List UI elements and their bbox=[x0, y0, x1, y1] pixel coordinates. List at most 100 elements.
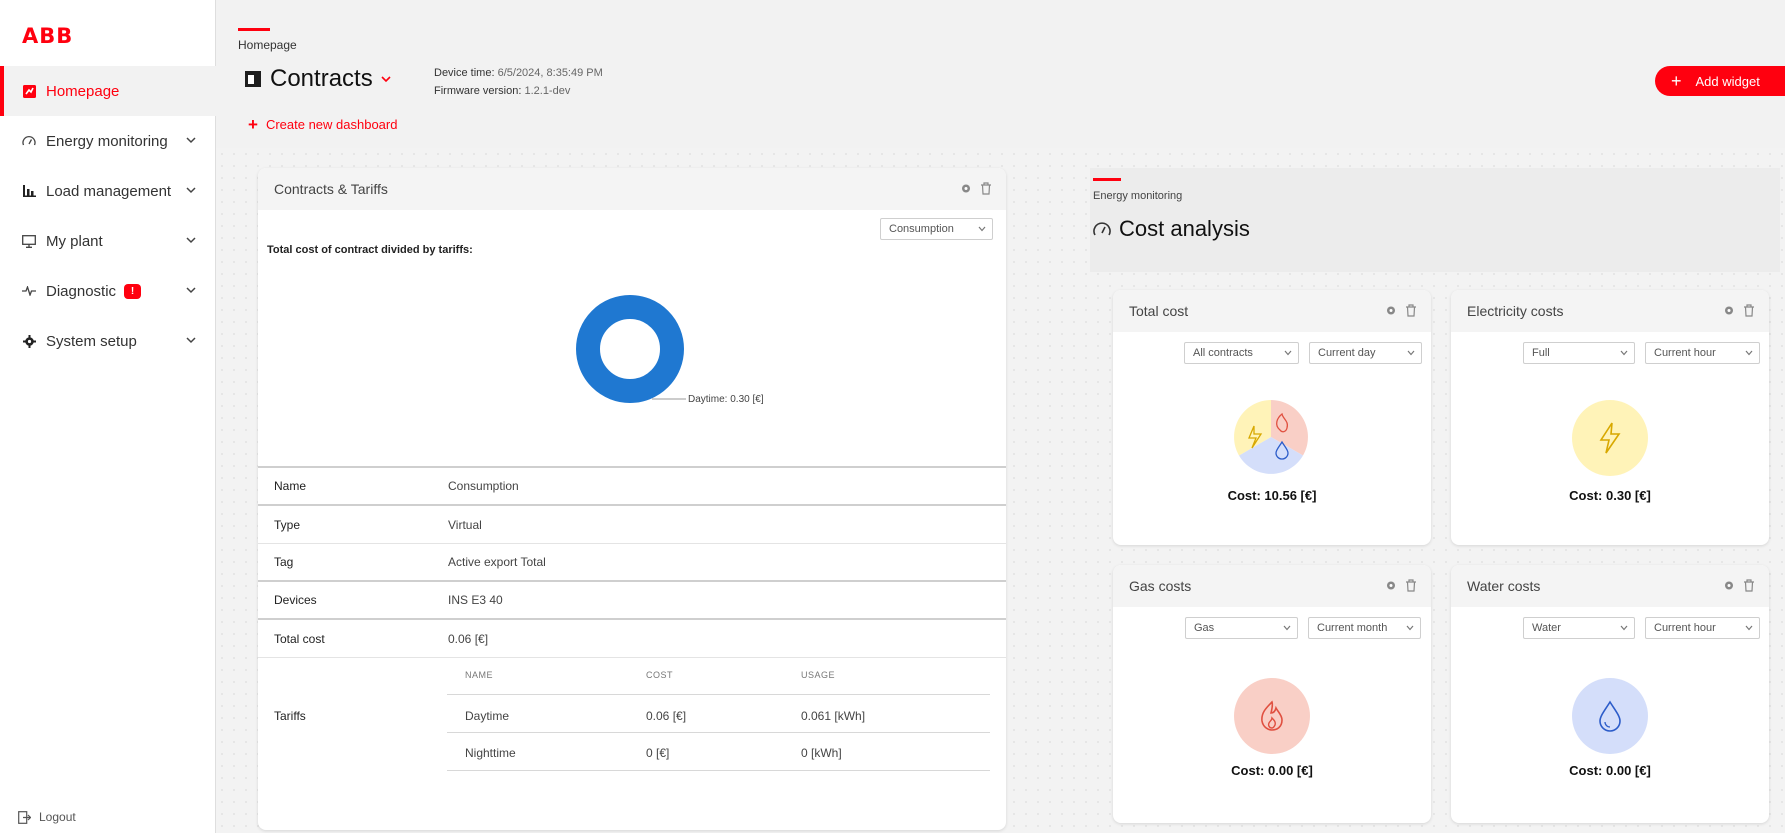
card-header: Gas costs bbox=[1113, 565, 1431, 607]
chart-subtitle: Total cost of contract divided by tariff… bbox=[267, 244, 473, 256]
donut-label: Daytime: 0.30 [€] bbox=[688, 394, 764, 405]
select-value: Consumption bbox=[889, 223, 954, 235]
settings-icon[interactable] bbox=[1385, 579, 1397, 592]
donut-slice-daytime[interactable] bbox=[576, 295, 684, 403]
tariffs-label: Tariffs bbox=[274, 709, 306, 723]
tariff-cost: 0.06 [€] bbox=[646, 709, 687, 723]
settings-icon[interactable] bbox=[960, 182, 972, 195]
row-value: INS E3 40 bbox=[448, 593, 503, 607]
flame-icon bbox=[1261, 700, 1283, 731]
table-row: Type Virtual bbox=[258, 506, 1006, 544]
electricity-cost-value: Cost: 0.30 [€] bbox=[1569, 488, 1651, 503]
device-time: 6/5/2024, 8:35:49 PM bbox=[497, 67, 603, 79]
sidebar-item-diagnostic[interactable]: Diagnostic ! bbox=[0, 266, 216, 316]
section-accent bbox=[238, 28, 270, 31]
sidebar-item-my-plant[interactable]: My plant bbox=[0, 216, 216, 266]
sidebar-item-energy-monitoring[interactable]: Energy monitoring bbox=[0, 116, 216, 166]
select-value: Current hour bbox=[1654, 347, 1716, 359]
chevron-down-icon bbox=[186, 137, 196, 144]
alert-badge: ! bbox=[124, 283, 142, 299]
sidebar-item-homepage[interactable]: Homepage bbox=[0, 66, 216, 116]
card-title: Gas costs bbox=[1129, 578, 1192, 594]
logout-label: Logout bbox=[39, 810, 76, 824]
gas-contract-select[interactable]: Gas bbox=[1185, 617, 1298, 639]
row-key: Type bbox=[274, 517, 301, 532]
total-cost-pie bbox=[1234, 400, 1308, 474]
period-select[interactable]: Current hour bbox=[1645, 342, 1760, 364]
sidebar-item-label: Load management bbox=[46, 182, 172, 200]
row-value: Virtual bbox=[448, 517, 482, 532]
settings-icon[interactable] bbox=[1385, 304, 1397, 317]
sidebar-item-label: Homepage bbox=[46, 82, 120, 100]
period-select[interactable]: Current day bbox=[1309, 342, 1422, 364]
sidebar-item-label: System setup bbox=[46, 332, 137, 350]
plus-icon: + bbox=[1671, 71, 1682, 91]
settings-icon[interactable] bbox=[1723, 304, 1735, 317]
table-row: Total cost 0.06 [€] bbox=[258, 620, 1006, 658]
period-select[interactable]: Current month bbox=[1308, 617, 1421, 639]
tariff-filter-select[interactable]: Full bbox=[1523, 342, 1635, 364]
tariff-name: Nighttime bbox=[465, 746, 516, 760]
breadcrumb[interactable]: Homepage bbox=[238, 38, 297, 52]
plus-icon: + bbox=[248, 115, 258, 134]
gauge-icon bbox=[18, 133, 40, 149]
select-value: All contracts bbox=[1193, 347, 1253, 359]
tariff-usage: 0 [kWh] bbox=[801, 746, 842, 760]
sidebar-item-system-setup[interactable]: System setup bbox=[0, 316, 216, 366]
water-cost-value: Cost: 0.00 [€] bbox=[1569, 763, 1651, 778]
section-accent bbox=[1093, 178, 1121, 181]
contract-select[interactable]: Consumption bbox=[880, 218, 993, 240]
dashboard-selector[interactable]: Contracts bbox=[244, 65, 393, 93]
firmware-version: 1.2.1-dev bbox=[524, 85, 571, 97]
table-row: Tag Active export Total bbox=[258, 544, 1006, 582]
divider bbox=[447, 694, 990, 695]
dashboard-icon bbox=[18, 83, 40, 99]
total-cost-value: Cost: 10.56 [€] bbox=[1227, 488, 1317, 503]
bar-chart-icon bbox=[18, 183, 40, 199]
trash-icon[interactable] bbox=[1743, 579, 1755, 592]
chevron-down-icon bbox=[186, 237, 196, 244]
settings-icon[interactable] bbox=[1723, 579, 1735, 592]
select-value: Water bbox=[1532, 622, 1561, 634]
chevron-down-icon bbox=[186, 287, 196, 294]
chevron-down-icon bbox=[978, 226, 986, 232]
period-select[interactable]: Current hour bbox=[1645, 617, 1760, 639]
row-key: Devices bbox=[274, 593, 317, 607]
sidebar-item-label: Diagnostic bbox=[46, 282, 117, 300]
trash-icon[interactable] bbox=[1405, 304, 1417, 317]
divider bbox=[447, 732, 990, 733]
contract-filter-select[interactable]: All contracts bbox=[1184, 342, 1299, 364]
create-dashboard-label: Create new dashboard bbox=[265, 117, 398, 132]
lightning-icon bbox=[1599, 422, 1621, 454]
sidebar-item-load-management[interactable]: Load management bbox=[0, 166, 216, 216]
gauge-icon bbox=[1093, 221, 1111, 235]
chevron-down-icon bbox=[381, 76, 391, 83]
gear-icon bbox=[18, 333, 40, 349]
row-value: 0.06 [€] bbox=[448, 631, 489, 646]
row-key: Name bbox=[274, 479, 307, 493]
table-row: Devices INS E3 40 bbox=[258, 582, 1006, 620]
sidebar-item-label: My plant bbox=[46, 232, 103, 250]
create-dashboard-link[interactable]: + Create new dashboard bbox=[248, 116, 397, 133]
select-value: Current hour bbox=[1654, 622, 1716, 634]
trash-icon[interactable] bbox=[1405, 579, 1417, 592]
water-indicator bbox=[1572, 678, 1648, 754]
card-header: Total cost bbox=[1113, 290, 1431, 332]
table-row: Name Consumption bbox=[258, 466, 1006, 506]
tariff-header-usage: USAGE bbox=[801, 670, 836, 680]
select-value: Gas bbox=[1194, 622, 1215, 634]
logout-button[interactable]: Logout bbox=[18, 810, 76, 824]
add-widget-label: Add widget bbox=[1695, 73, 1760, 89]
section-title: Cost analysis bbox=[1119, 216, 1250, 241]
row-value: Consumption bbox=[448, 479, 519, 493]
chevron-down-icon bbox=[1406, 625, 1414, 631]
add-widget-button[interactable]: + Add widget bbox=[1655, 66, 1785, 96]
card-header: Contracts & Tariffs bbox=[258, 168, 1006, 210]
chevron-down-icon bbox=[1745, 350, 1753, 356]
trash-icon[interactable] bbox=[980, 182, 992, 195]
chevron-down-icon bbox=[1620, 625, 1628, 631]
trash-icon[interactable] bbox=[1743, 304, 1755, 317]
logout-icon bbox=[18, 810, 31, 824]
water-contract-select[interactable]: Water bbox=[1523, 617, 1635, 639]
section-label: Energy monitoring bbox=[1093, 190, 1183, 202]
